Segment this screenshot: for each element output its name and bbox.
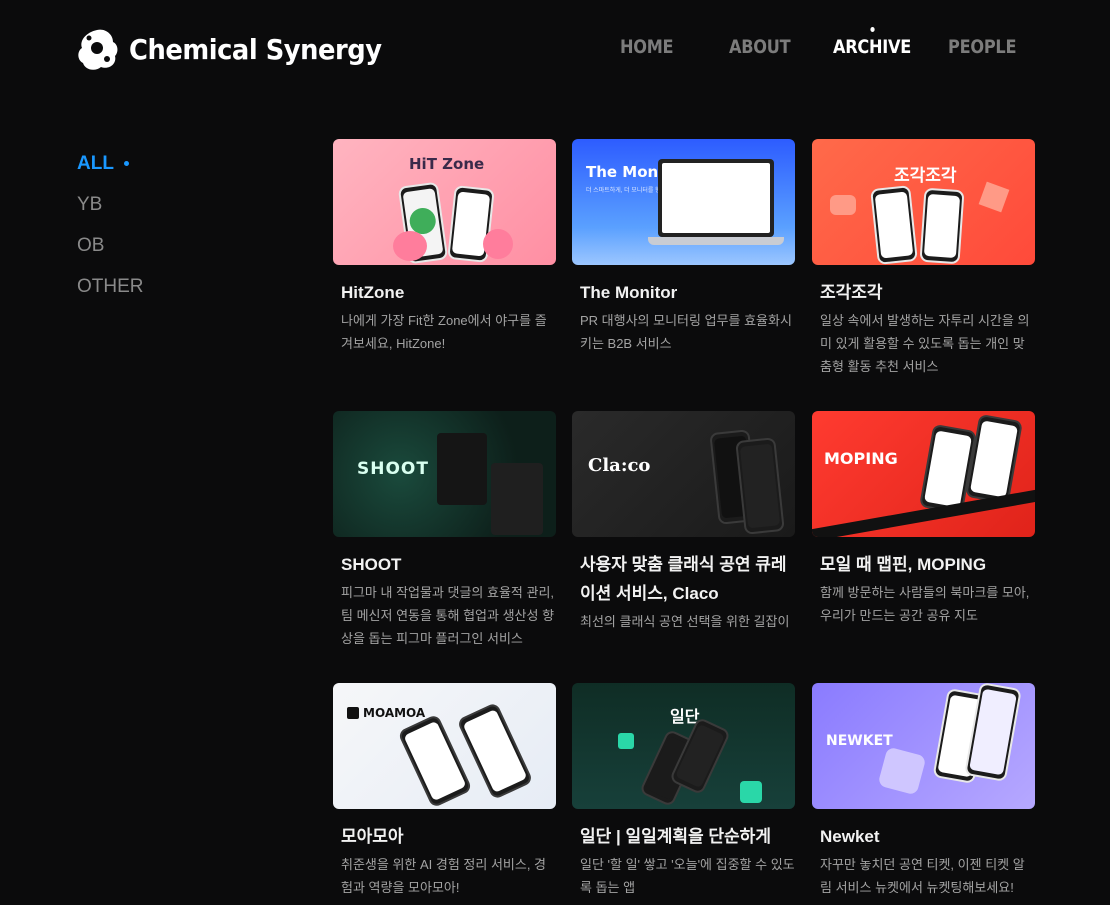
project-card-the-monitor[interactable]: The Monitor 더 스마트하게, 더 모니터를 향해. The Moni… — [572, 139, 795, 355]
thumbnail-title: MOPING — [824, 449, 898, 468]
project-description: 함께 방문하는 사람들의 북마크를 모아, 우리가 만드는 공간 공유 지도 — [820, 584, 1030, 623]
plugin-panel — [491, 463, 543, 535]
nav-archive[interactable]: ARCHIVE — [833, 27, 912, 58]
category-filters: ALL YB OB OTHER — [77, 143, 144, 307]
project-description: 일단 '할 일' 쌓고 '오늘'에 집중할 수 있도록 돕는 앱 — [580, 856, 795, 895]
project-title: HitZone — [341, 283, 405, 302]
project-thumbnail: MOPING — [812, 411, 1035, 537]
project-card-moamoa[interactable]: MOAMOA 모아모아 취준생을 위한 AI 경험 정리 서비스, 경험과 역량… — [333, 683, 556, 899]
mascot-shape — [483, 229, 513, 259]
phone-mockup — [735, 437, 785, 535]
thumbnail-title: 조각조각 — [894, 166, 957, 186]
project-title: 모일 때 맵핀, MOPING — [820, 555, 987, 574]
project-thumbnail: Cla:co — [572, 411, 795, 537]
project-thumbnail: HiT Zone — [333, 139, 556, 265]
project-description: 취준생을 위한 AI 경험 정리 서비스, 경험과 역량을 모아모아! — [341, 856, 547, 895]
filter-ob[interactable]: OB — [77, 225, 144, 266]
phone-mockup — [965, 413, 1023, 505]
project-thumbnail: 일단 — [572, 683, 795, 809]
filter-all[interactable]: ALL — [77, 143, 144, 184]
thumbnail-title: HiT Zone — [409, 155, 485, 173]
project-thumbnail: 조각조각 — [812, 139, 1035, 265]
check-icon — [618, 733, 634, 749]
nav-about[interactable]: ABOUT — [729, 36, 791, 58]
active-indicator-dot — [870, 27, 875, 32]
thumbnail-subtitle: 더 스마트하게, 더 모니터를 향해. — [586, 188, 668, 194]
decor-shape — [830, 195, 856, 215]
project-thumbnail: SHOOT — [333, 411, 556, 537]
project-thumbnail: NEWKET — [812, 683, 1035, 809]
top-nav: HOME ABOUT ARCHIVE PEOPLE — [0, 27, 1110, 66]
active-filter-dot — [123, 161, 129, 166]
nav-home[interactable]: HOME — [620, 36, 674, 58]
project-title: The Monitor — [580, 283, 678, 302]
phone-mockup — [870, 185, 918, 265]
plugin-panel — [437, 433, 487, 505]
project-description: 자꾸만 놓치던 공연 티켓, 이젠 티켓 알림 서비스 뉴켓에서 뉴켓팅해보세요… — [820, 856, 1025, 895]
thumbnail-title: SHOOT — [357, 459, 429, 479]
project-thumbnail: The Monitor 더 스마트하게, 더 모니터를 향해. — [572, 139, 795, 265]
project-thumbnail: MOAMOA — [333, 683, 556, 809]
project-card-shoot[interactable]: SHOOT SHOOT 피그마 내 작업물과 댓글의 효율적 관리, 팀 메신저… — [333, 411, 556, 650]
moamoa-logo-icon — [347, 707, 359, 719]
project-card-moping[interactable]: MOPING 모일 때 맵핀, MOPING 함께 방문하는 사람들의 북마크를… — [812, 411, 1035, 627]
project-title: SHOOT — [341, 555, 402, 574]
project-description: 피그마 내 작업물과 댓글의 효율적 관리, 팀 메신저 연동을 통해 협업과 … — [341, 584, 555, 646]
project-card-newket[interactable]: NEWKET Newket 자꾸만 놓치던 공연 티켓, 이젠 티켓 알림 서비… — [812, 683, 1035, 899]
check-icon — [740, 781, 762, 803]
nav-people[interactable]: PEOPLE — [948, 36, 1016, 58]
filter-yb[interactable]: YB — [77, 184, 144, 225]
project-title: 일단 | 일일계획을 단순하게 — [580, 827, 771, 846]
thumbnail-title: MOAMOA — [363, 706, 426, 720]
filter-all-label: ALL — [77, 152, 114, 174]
project-title: 모아모아 — [341, 827, 404, 846]
filter-other[interactable]: OTHER — [77, 266, 144, 307]
project-description: PR 대행사의 모니터링 업무를 효율화시키는 B2B 서비스 — [580, 312, 792, 351]
project-description: 일상 속에서 발생하는 자투리 시간을 의미 있게 활용할 수 있도록 돕는 개… — [820, 312, 1030, 374]
project-title: Newket — [820, 827, 880, 846]
ticket-shape — [877, 746, 927, 796]
thumbnail-title: NEWKET — [826, 733, 893, 749]
project-card-hitzone[interactable]: HiT Zone HitZone 나에게 가장 Fit한 Zone에서 야구를 … — [333, 139, 556, 355]
project-description: 최선의 클래식 공연 선택을 위한 길잡이 — [580, 613, 790, 629]
laptop-mockup — [658, 159, 774, 237]
project-card-claco[interactable]: Cla:co 사용자 맞춤 클래식 공연 큐레이션 서비스, Claco 최선의… — [572, 411, 795, 633]
phone-mockup — [919, 187, 965, 265]
project-card-ildan[interactable]: 일단 일단 | 일일계획을 단순하게 일단 '할 일' 쌓고 '오늘'에 집중할… — [572, 683, 795, 899]
project-description: 나에게 가장 Fit한 Zone에서 야구를 즐겨보세요, HitZone! — [341, 312, 547, 351]
thumbnail-title: Cla:co — [588, 455, 651, 476]
project-title: 조각조각 — [820, 283, 883, 302]
mascot-shape — [393, 231, 427, 261]
project-card-jogakjogak[interactable]: 조각조각 조각조각 일상 속에서 발생하는 자투리 시간을 의미 있게 활용할 … — [812, 139, 1035, 378]
nav-archive-label: ARCHIVE — [833, 36, 912, 58]
decor-star — [978, 181, 1010, 213]
laptop-base — [648, 237, 784, 245]
project-title: 사용자 맞춤 클래식 공연 큐레이션 서비스, Claco — [580, 555, 787, 603]
